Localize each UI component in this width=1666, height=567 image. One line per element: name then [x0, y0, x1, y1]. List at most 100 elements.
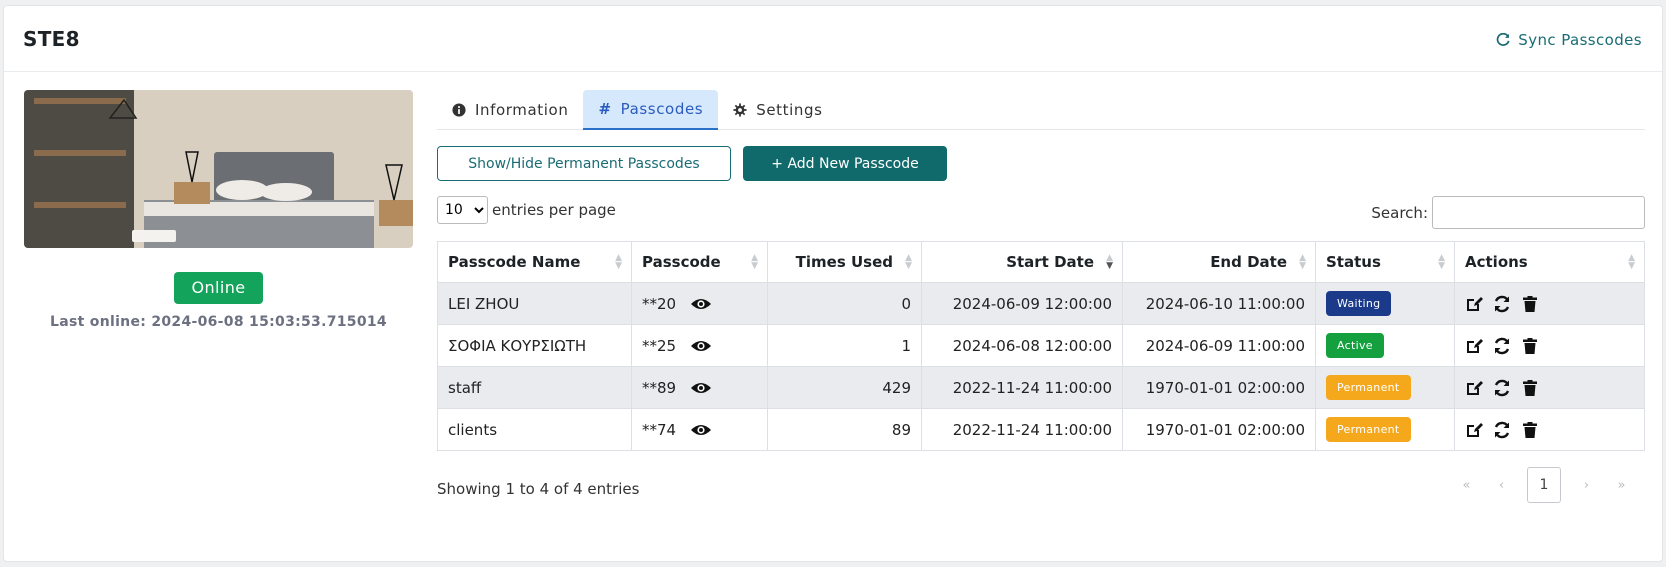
tab-passcodes[interactable]: # Passcodes: [583, 90, 719, 130]
refresh-icon[interactable]: [1493, 295, 1511, 313]
cell-start-date: 2024-06-08 12:00:00: [921, 324, 1123, 367]
refresh-icon: [1497, 33, 1510, 46]
status-badge: Permanent: [1326, 417, 1411, 442]
passcode-value: **25: [642, 336, 677, 355]
eye-icon[interactable]: [690, 423, 712, 437]
passcode-value: **89: [642, 378, 677, 397]
cell-passcode: **20: [631, 282, 768, 325]
page-1-button[interactable]: 1: [1527, 467, 1561, 503]
table-controls: 10 entries per page Search:: [437, 196, 1645, 242]
edit-icon[interactable]: [1465, 337, 1483, 355]
pagination: « ‹ 1 › »: [1449, 467, 1639, 503]
cell-actions: [1454, 282, 1645, 325]
tab-information-label: Information: [475, 101, 569, 119]
sort-icon: ▲ ▼: [1299, 253, 1306, 271]
column-header-name-label: Passcode Name: [448, 253, 581, 271]
passcodes-table: Passcode Name ▲ ▼ Passcode ▲ ▼ Times Used ▲ ▼ …: [437, 241, 1645, 451]
edit-icon[interactable]: [1465, 421, 1483, 439]
search-input[interactable]: [1432, 196, 1645, 229]
sort-icon: ▲ ▼: [751, 253, 758, 271]
column-header-name[interactable]: Passcode Name ▲ ▼: [437, 241, 632, 283]
device-card: STE8 Sync Passcodes Online Last online:: [3, 5, 1663, 562]
eye-icon[interactable]: [690, 339, 712, 353]
status-badge: Waiting: [1326, 291, 1392, 316]
page-title: STE8: [23, 27, 80, 51]
column-header-end-date-label: End Date: [1210, 253, 1287, 271]
column-header-times-used-label: Times Used: [795, 253, 893, 271]
per-page-control: 10 entries per page: [437, 196, 616, 224]
sync-passcodes-button[interactable]: Sync Passcodes: [1496, 31, 1642, 49]
sort-icon: ▲ ▼: [1438, 253, 1445, 271]
tab-settings[interactable]: Settings: [718, 90, 837, 130]
cell-start-date: 2022-11-24 11:00:00: [921, 408, 1123, 451]
column-header-end-date[interactable]: End Date ▲ ▼: [1122, 241, 1316, 283]
cell-times-used: 0: [767, 282, 922, 325]
main-panel: Information # Passcodes Settings Show/Hi…: [437, 90, 1645, 517]
per-page-select[interactable]: 10: [437, 196, 488, 224]
last-page-button[interactable]: »: [1604, 478, 1639, 493]
trash-icon[interactable]: [1521, 295, 1539, 313]
cell-end-date: 2024-06-10 11:00:00: [1122, 282, 1316, 325]
card-header: STE8 Sync Passcodes: [4, 6, 1662, 72]
refresh-icon[interactable]: [1493, 379, 1511, 397]
per-page-label: entries per page: [492, 201, 616, 219]
toggle-permanent-passcodes-button[interactable]: Show/Hide Permanent Passcodes: [437, 146, 731, 181]
last-online-text: Last online: 2024-06-08 15:03:53.715014: [50, 314, 387, 330]
column-header-actions-label: Actions: [1465, 253, 1528, 271]
cell-name: clients: [437, 408, 632, 451]
table-header-row: Passcode Name ▲ ▼ Passcode ▲ ▼ Times Used ▲ ▼ …: [437, 241, 1645, 283]
refresh-icon[interactable]: [1493, 337, 1511, 355]
button-row: Show/Hide Permanent Passcodes + Add New …: [437, 146, 1645, 181]
trash-icon[interactable]: [1521, 379, 1539, 397]
table-info: Showing 1 to 4 of 4 entries: [437, 480, 640, 498]
tab-information[interactable]: Information: [437, 90, 583, 130]
column-header-actions[interactable]: Actions ▲ ▼: [1454, 241, 1645, 283]
cell-name: staff: [437, 366, 632, 409]
next-page-button[interactable]: ›: [1569, 478, 1604, 493]
device-panel: Online Last online: 2024-06-08 15:03:53.…: [24, 90, 413, 330]
sync-passcodes-label: Sync Passcodes: [1518, 31, 1642, 49]
cell-status: Active: [1315, 324, 1455, 367]
cell-times-used: 89: [767, 408, 922, 451]
sort-icon: ▲ ▼: [615, 253, 622, 271]
table-row: staff **89 429 2022-11-24 11:00:00 1970-…: [437, 366, 1645, 409]
add-new-passcode-button[interactable]: + Add New Passcode: [743, 146, 947, 181]
tab-settings-label: Settings: [756, 101, 823, 119]
tab-passcodes-label: Passcodes: [620, 100, 704, 118]
cell-status: Permanent: [1315, 408, 1455, 451]
column-header-start-date-label: Start Date: [1006, 253, 1094, 271]
eye-icon[interactable]: [690, 381, 712, 395]
prev-page-button[interactable]: ‹: [1484, 478, 1519, 493]
eye-icon[interactable]: [690, 297, 712, 311]
table-row: clients **74 89 2022-11-24 11:00:00 1970…: [437, 408, 1645, 451]
table-row: ΣΟΦΙΑ ΚΟΥΡΣΙΩΤΗ **25 1 2024-06-08 12:00:…: [437, 324, 1645, 367]
refresh-icon[interactable]: [1493, 421, 1511, 439]
online-status-badge: Online: [174, 272, 263, 304]
cell-end-date: 1970-01-01 02:00:00: [1122, 366, 1316, 409]
info-circle-icon: [452, 103, 466, 117]
trash-icon[interactable]: [1521, 337, 1539, 355]
cell-actions: [1454, 366, 1645, 409]
cell-status: Permanent: [1315, 366, 1455, 409]
cell-name: LEI ZHOU: [437, 282, 632, 325]
column-header-start-date[interactable]: Start Date ▲ ▼: [921, 241, 1123, 283]
status-badge: Active: [1326, 333, 1384, 358]
gear-icon: [733, 103, 747, 117]
table-footer: Showing 1 to 4 of 4 entries « ‹ 1 › »: [437, 467, 1645, 517]
trash-icon[interactable]: [1521, 421, 1539, 439]
column-header-times-used[interactable]: Times Used ▲ ▼: [767, 241, 922, 283]
edit-icon[interactable]: [1465, 295, 1483, 313]
sort-icon: ▲ ▼: [1628, 253, 1635, 271]
first-page-button[interactable]: «: [1449, 478, 1484, 493]
tab-bar: Information # Passcodes Settings: [437, 90, 1645, 130]
cell-name: ΣΟΦΙΑ ΚΟΥΡΣΙΩΤΗ: [437, 324, 632, 367]
room-photo: [24, 90, 413, 248]
column-header-passcode[interactable]: Passcode ▲ ▼: [631, 241, 768, 283]
search-control: Search:: [1371, 196, 1645, 229]
table-row: LEI ZHOU **20 0 2024-06-09 12:00:00 2024…: [437, 282, 1645, 325]
edit-icon[interactable]: [1465, 379, 1483, 397]
sort-desc-icon: ▲ ▼: [1106, 253, 1113, 271]
status-badge: Permanent: [1326, 375, 1411, 400]
column-header-status[interactable]: Status ▲ ▼: [1315, 241, 1455, 283]
cell-passcode: **89: [631, 366, 768, 409]
